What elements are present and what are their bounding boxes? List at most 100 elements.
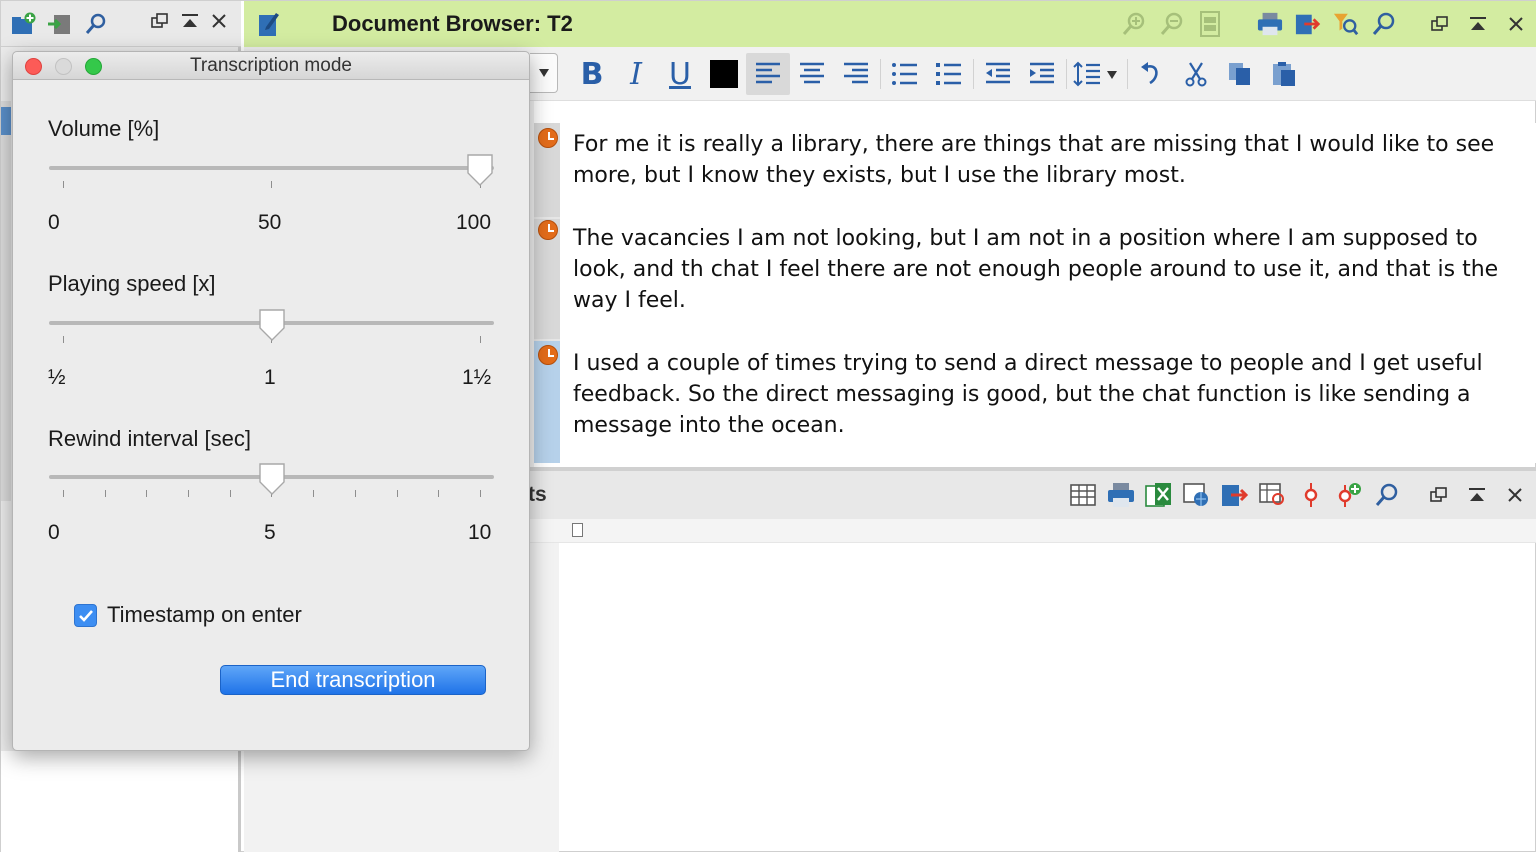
minimize-window-button[interactable] [55, 58, 72, 75]
numbered-list-icon [936, 63, 961, 85]
volume-min: 0 [48, 211, 60, 234]
align-right-button[interactable] [834, 53, 878, 95]
undock-icon[interactable] [1427, 11, 1453, 37]
close-icon[interactable] [1501, 481, 1529, 509]
search-icon[interactable] [1373, 481, 1401, 509]
line-spacing-button[interactable] [1069, 53, 1125, 95]
zoom-100-icon[interactable] [1197, 11, 1223, 37]
timestamp-on-enter-checkbox[interactable] [74, 604, 97, 627]
dialog-title: Transcription mode [190, 55, 352, 76]
align-right-icon [844, 62, 868, 84]
align-center-icon [800, 62, 824, 84]
collapse-icon[interactable] [1465, 11, 1491, 37]
outdent-icon [986, 62, 1010, 84]
import-icon[interactable] [47, 11, 73, 37]
second-pane-title: ts [528, 483, 547, 506]
zoom-in-icon[interactable] [1121, 11, 1147, 37]
excel-export-icon[interactable] [1145, 481, 1173, 509]
speed-mid: 1 [264, 366, 276, 389]
copy-icon [1229, 63, 1250, 85]
app-window: Document Browser: T2 B I U For me it is … [0, 0, 1536, 852]
table-icon[interactable] [1069, 481, 1097, 509]
undo-icon [1141, 62, 1158, 85]
paste-icon [1273, 62, 1295, 86]
rewind-slider-thumb[interactable] [258, 462, 286, 496]
cut-icon [1185, 62, 1207, 87]
rewind-label: Rewind interval [sec] [48, 426, 251, 451]
speed-slider-thumb[interactable] [258, 308, 286, 342]
export-icon[interactable] [1221, 481, 1249, 509]
align-left-button[interactable] [746, 53, 790, 95]
volume-ticks [49, 181, 494, 189]
web-export-icon[interactable] [1183, 481, 1211, 509]
left-bottom-area [1, 751, 238, 852]
cut-button[interactable] [1174, 53, 1218, 95]
zoom-out-icon[interactable] [1159, 11, 1185, 37]
print-icon[interactable] [1107, 481, 1135, 509]
volume-slider-thumb[interactable] [466, 153, 494, 187]
left-toolbar [1, 1, 241, 47]
speed-max: 1½ [462, 366, 492, 389]
dialog-titlebar: Transcription mode [13, 52, 529, 80]
italic-button[interactable]: I [614, 53, 658, 95]
volume-max: 100 [456, 211, 492, 234]
timestamp-clock-icon[interactable] [538, 220, 558, 240]
rewind-min: 0 [48, 521, 60, 544]
volume-slider-track[interactable] [49, 166, 494, 170]
selected-marker [1, 107, 11, 135]
search-icon[interactable] [83, 11, 109, 37]
print-icon[interactable] [1257, 11, 1283, 37]
indent-button[interactable] [1020, 53, 1064, 95]
bold-button[interactable]: B [570, 53, 614, 95]
document-browser-header: Document Browser: T2 [244, 1, 1536, 47]
timestamp-clock-icon[interactable] [538, 128, 558, 148]
timestamp-clock-icon[interactable] [538, 345, 558, 365]
filter-icon[interactable] [1333, 11, 1359, 37]
speed-label: Playing speed [x] [48, 271, 216, 296]
font-dropdown[interactable] [530, 53, 558, 93]
paragraph-1[interactable]: For me it is really a library, there are… [573, 129, 1503, 191]
line-spacing-icon [1073, 61, 1117, 87]
second-pane-column-header [528, 519, 1536, 543]
volume-mid: 50 [258, 211, 282, 234]
close-icon[interactable] [1503, 11, 1529, 37]
undo-button[interactable] [1130, 53, 1174, 95]
paragraph-3[interactable]: I used a couple of times trying to send … [573, 348, 1503, 441]
rewind-mid: 5 [264, 521, 276, 544]
search-document-icon[interactable] [1371, 11, 1397, 37]
paragraph-gutter [534, 123, 560, 463]
checkmark-icon [78, 609, 93, 622]
left-selection-strip [1, 101, 11, 501]
indent-icon [1030, 62, 1054, 84]
align-left-icon [756, 62, 780, 84]
speed-min: ½ [48, 366, 66, 389]
paragraph-2[interactable]: The vacancies I am not looking, but I am… [573, 223, 1503, 316]
add-code-marker-icon[interactable] [1335, 481, 1363, 509]
end-transcription-button[interactable]: End transcription [220, 665, 486, 695]
edit-document-icon[interactable] [256, 11, 282, 37]
bullet-list-button[interactable] [883, 53, 927, 95]
table-search-icon[interactable] [1259, 481, 1287, 509]
zoom-window-button[interactable] [85, 58, 102, 75]
paste-button[interactable] [1262, 53, 1306, 95]
collapse-icon[interactable] [1463, 481, 1491, 509]
bullet-list-icon [892, 63, 917, 85]
export-icon[interactable] [1295, 11, 1321, 37]
text-color-button[interactable] [702, 53, 746, 95]
copy-button[interactable] [1218, 53, 1262, 95]
close-window-button[interactable] [25, 58, 42, 75]
transcription-dialog: Transcription mode Volume [%] 0 50 100 P… [12, 51, 530, 751]
collapse-icon[interactable] [181, 13, 199, 34]
outdent-button[interactable] [976, 53, 1020, 95]
underline-button[interactable]: U [658, 53, 702, 95]
code-marker-icon[interactable] [1297, 481, 1325, 509]
rewind-max: 10 [468, 521, 492, 544]
timestamp-on-enter-label[interactable]: Timestamp on enter [107, 602, 302, 628]
undock-icon[interactable] [1425, 481, 1453, 509]
document-browser-title: Document Browser: T2 [332, 11, 573, 36]
align-center-button[interactable] [790, 53, 834, 95]
new-folder-icon[interactable] [11, 11, 37, 37]
undock-icon[interactable] [151, 13, 169, 34]
close-icon[interactable] [211, 13, 227, 34]
numbered-list-button[interactable] [927, 53, 971, 95]
